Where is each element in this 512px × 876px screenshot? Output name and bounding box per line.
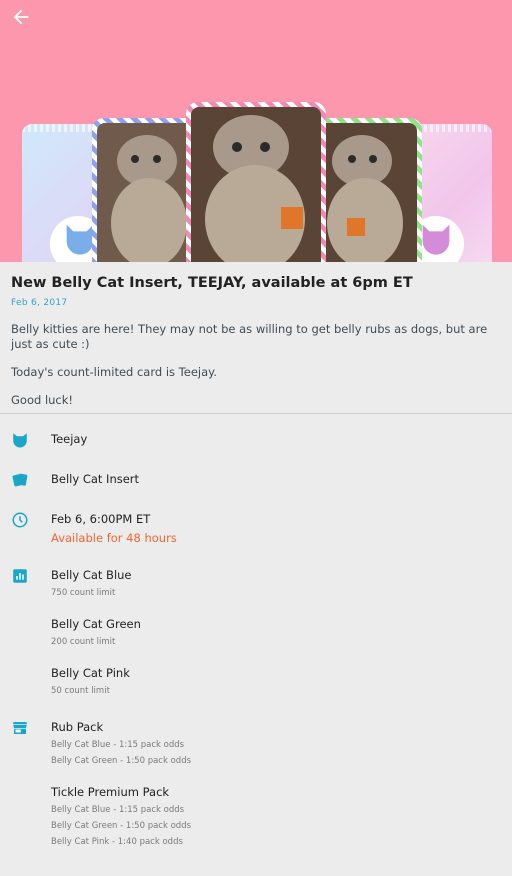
set-name: Belly Cat Insert [51,472,140,486]
bar-chart-icon [11,567,29,585]
variant-limit: 750 count limit [51,588,116,598]
availability-text: Available for 48 hours [51,531,177,545]
back-arrow-icon[interactable] [10,6,32,28]
release-time-row: Feb 6, 6:00PM ET Available for 48 hours [0,511,512,546]
store-icon [11,719,29,737]
article-header: New Belly Cat Insert, TEEJAY, available … [0,262,512,308]
pack-row: Rub Pack Belly Cat Blue - 1:15 pack odds… [0,719,512,769]
article-body: Belly kitties are here! They may not be … [0,308,512,408]
belly-cat-green-card-image [312,118,422,262]
variant-row: Belly Cat Pink 50 count limit [0,665,512,699]
release-time: Feb 6, 6:00PM ET [51,512,151,526]
pack-odds: Belly Cat Green - 1:50 pack odds [51,821,192,831]
pack-odds: Belly Cat Green - 1:50 pack odds [51,756,192,766]
pack-odds: Belly Cat Blue - 1:15 pack odds [51,740,185,750]
variant-limit: 50 count limit [51,686,110,696]
section-divider [0,413,512,414]
article-paragraph: Belly kitties are here! They may not be … [11,322,488,351]
pack-name: Rub Pack [51,720,104,734]
variant-name: Belly Cat Green [51,617,141,631]
article-title: New Belly Cat Insert, TEEJAY, available … [11,275,413,291]
pack-odds: Belly Cat Pink - 1:40 pack odds [51,837,183,847]
pack-odds: Belly Cat Blue - 1:15 pack odds [51,805,185,815]
article-paragraph: Today's count-limited card is Teejay. [11,365,217,379]
variant-name: Belly Cat Pink [51,666,130,680]
hero-banner [0,0,512,262]
card-name: Teejay [51,432,88,446]
article-date: Feb 6, 2017 [11,298,68,308]
cat-head-icon [11,431,29,449]
cards-icon [11,471,29,489]
card-name-row: Teejay [0,431,512,449]
belly-cat-pink-card-image [186,102,326,262]
set-name-row: Belly Cat Insert [0,471,512,487]
clock-icon [11,511,29,529]
pack-name: Tickle Premium Pack [51,785,170,799]
variant-row: Belly Cat Green 200 count limit [0,616,512,650]
variant-row: Belly Cat Blue 750 count limit [0,567,512,601]
pack-row: Tickle Premium Pack Belly Cat Blue - 1:1… [0,784,512,850]
article-paragraph: Good luck! [11,393,74,407]
variant-name: Belly Cat Blue [51,568,132,582]
variant-limit: 200 count limit [51,637,116,647]
